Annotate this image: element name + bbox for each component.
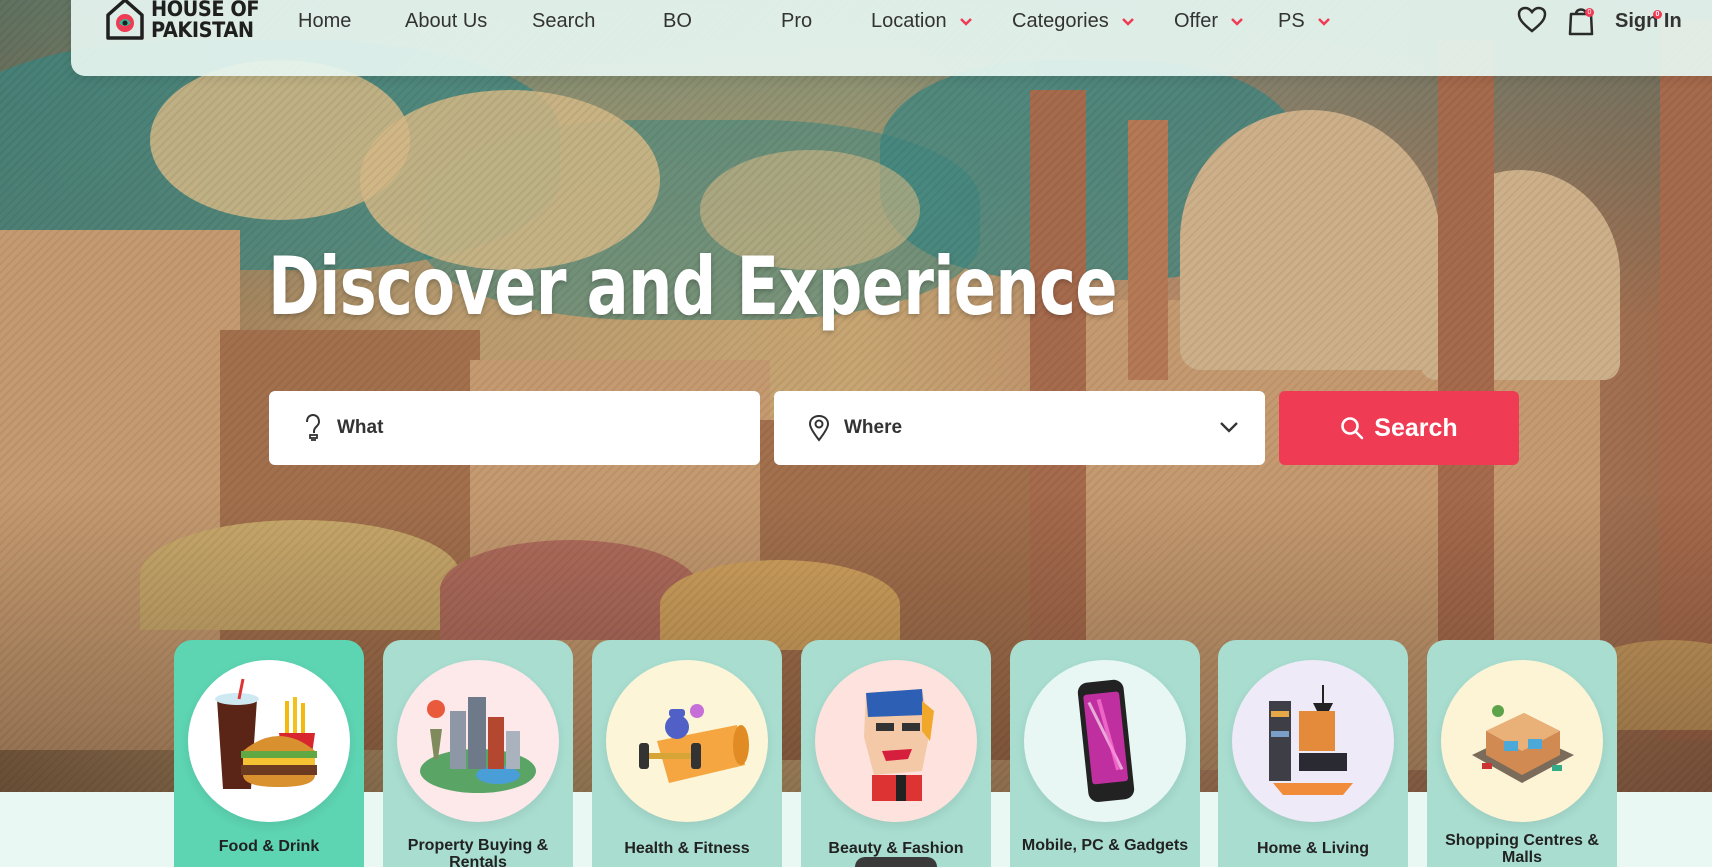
- nav-home-label: Home: [298, 10, 352, 32]
- brand-logo[interactable]: HOUSE OF PAKISTAN: [105, 0, 268, 42]
- where-field[interactable]: [774, 391, 1265, 465]
- property-icon: [397, 660, 559, 822]
- nav-home[interactable]: Home: [298, 10, 351, 33]
- nav-categories[interactable]: Categories: [1012, 10, 1135, 33]
- sign-in-link[interactable]: Sign In 0: [1615, 10, 1682, 33]
- category-label: Home & Living: [1256, 840, 1369, 857]
- shopping-icon: [1441, 660, 1603, 822]
- nav-pro[interactable]: Pro: [781, 10, 812, 33]
- category-card-home-living[interactable]: Home & Living: [1218, 640, 1408, 867]
- category-label: Property Buying & Rentals: [407, 837, 549, 867]
- carousel-scroll-indicator[interactable]: [855, 857, 937, 867]
- nav-categories-label: Categories: [1012, 10, 1109, 32]
- category-label: Beauty & Fashion: [828, 840, 964, 857]
- house-logo-icon: [106, 0, 144, 40]
- question-bulb-icon: [306, 413, 321, 441]
- nav-about-us-label: About Us: [405, 10, 488, 32]
- fitness-icon: [606, 660, 768, 822]
- category-label: Mobile, PC & Gadgets: [1021, 837, 1189, 854]
- what-input[interactable]: [337, 417, 697, 439]
- nav-ps-label: PS: [1278, 10, 1305, 32]
- cart-count-badge: 0: [1585, 8, 1594, 17]
- nav-search[interactable]: Search: [532, 10, 595, 33]
- chevron-down-icon[interactable]: [1219, 421, 1239, 433]
- chevron-down-icon: [959, 17, 972, 26]
- beauty-icon: [815, 660, 977, 822]
- top-navbar: HOUSE OF PAKISTAN Home About Us Search B…: [71, 0, 1712, 76]
- category-card-shopping-malls[interactable]: Shopping Centres & Malls: [1427, 640, 1617, 867]
- brand-line-1: HOUSE OF: [151, 0, 260, 21]
- nav-about-us[interactable]: About Us: [405, 10, 487, 33]
- category-card-health-fitness[interactable]: Health & Fitness: [592, 640, 782, 867]
- cart-button[interactable]: 0: [1567, 4, 1595, 41]
- nav-bo-label: BO: [663, 10, 692, 32]
- what-field[interactable]: [269, 391, 760, 465]
- where-input[interactable]: [844, 417, 1204, 439]
- nav-location[interactable]: Location: [871, 10, 973, 33]
- sign-in-label: Sign In: [1615, 10, 1682, 32]
- hero-headline: Discover and Experience: [268, 240, 1118, 333]
- category-card-mobile-gadgets[interactable]: Mobile, PC & Gadgets: [1010, 640, 1200, 867]
- nav-pro-label: Pro: [781, 10, 813, 32]
- category-card-food-drink[interactable]: Food & Drink: [174, 640, 364, 867]
- nav-bo[interactable]: BO: [663, 10, 692, 33]
- nav-offer[interactable]: Offer: [1174, 10, 1244, 33]
- home-living-icon: [1232, 660, 1394, 822]
- category-label: Shopping Centres & Malls: [1445, 832, 1599, 866]
- nav-search-label: Search: [532, 10, 596, 32]
- chevron-down-icon: [1121, 17, 1134, 26]
- nav-location-label: Location: [871, 10, 947, 32]
- brand-name: HOUSE OF PAKISTAN: [151, 0, 260, 42]
- chevron-down-icon: [1231, 17, 1243, 26]
- nav-offer-label: Offer: [1174, 10, 1219, 32]
- wishlist-button[interactable]: [1517, 6, 1547, 39]
- location-pin-icon: [808, 414, 830, 442]
- search-icon: [1341, 417, 1364, 440]
- brand-line-2: PAKISTAN: [151, 18, 254, 42]
- mobile-icon: [1024, 660, 1186, 822]
- search-button-label: Search: [1374, 413, 1458, 442]
- category-card-beauty-fashion[interactable]: Beauty & Fashion: [801, 640, 991, 867]
- search-button[interactable]: Search: [1279, 391, 1519, 465]
- notification-badge: 0: [1653, 10, 1662, 19]
- category-card-property[interactable]: Property Buying & Rentals: [383, 640, 573, 867]
- chevron-down-icon: [1317, 17, 1330, 26]
- food-drink-icon: [188, 660, 350, 822]
- nav-ps[interactable]: PS: [1278, 10, 1331, 33]
- category-label: Health & Fitness: [624, 840, 750, 857]
- category-label: Food & Drink: [218, 838, 320, 855]
- heart-icon: [1517, 6, 1547, 33]
